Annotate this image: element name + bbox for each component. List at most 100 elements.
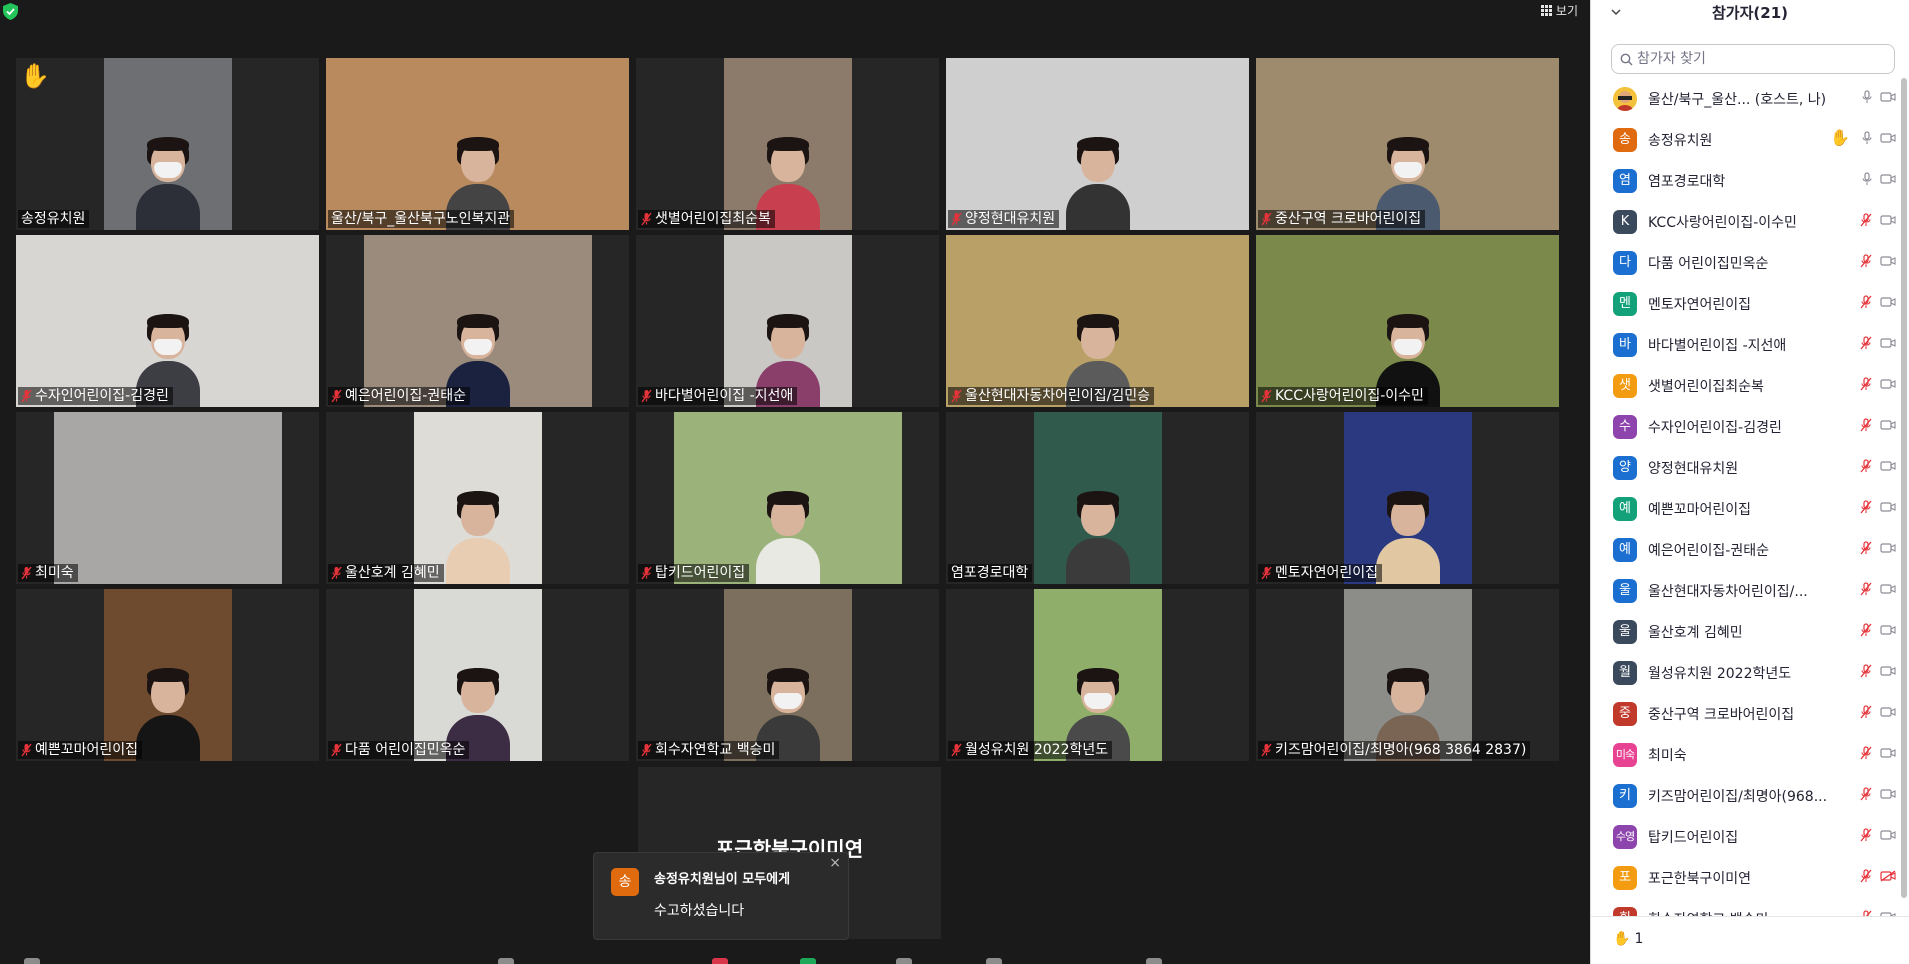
video-tile[interactable]: ✋ 송정유치원 <box>16 58 319 230</box>
participant-list-item[interactable]: 수 수자인어린이집-김경린 <box>1591 406 1909 447</box>
video-tile[interactable]: 월성유치원 2022학년도 <box>946 589 1249 761</box>
video-tile[interactable]: 예은어린이집-권태순 <box>326 235 629 407</box>
participant-name: 송정유치원 <box>21 211 86 227</box>
video-camera-icon[interactable] <box>1880 419 1896 431</box>
video-tile[interactable]: 샛별어린이집최순복 <box>636 58 939 230</box>
participant-list-scrollbar[interactable] <box>1901 78 1907 898</box>
participant-list-name: 양정현대유치원 <box>1648 460 1739 477</box>
participant-list-item[interactable]: 다 다품 어린이집민옥순 <box>1591 242 1909 283</box>
mic-icon[interactable] <box>1862 90 1872 104</box>
chat-notification[interactable]: 송 송정유치원님이 모두에게 수고하셨습니다 × <box>593 852 849 940</box>
video-tile[interactable]: 울산현대자동차어린이집/김민승 <box>946 235 1249 407</box>
video-camera-icon[interactable] <box>1880 460 1896 472</box>
close-icon[interactable]: × <box>829 855 841 871</box>
participant-list-item[interactable]: 예 예은어린이집-권태순 <box>1591 529 1909 570</box>
mic-muted-icon[interactable] <box>1860 418 1872 432</box>
mic-muted-icon[interactable] <box>1860 295 1872 309</box>
participant-avatar: 송 <box>1613 127 1637 152</box>
video-tile[interactable]: 바다별어린이집 -지선애 <box>636 235 939 407</box>
participant-list-item[interactable]: 바 바다별어린이집 -지선애 <box>1591 324 1909 365</box>
participant-list-item[interactable]: 멘 멘토자연어린이집 <box>1591 283 1909 324</box>
video-camera-icon[interactable] <box>1880 788 1896 800</box>
video-camera-icon[interactable] <box>1880 173 1896 185</box>
toolbar-share-icon[interactable] <box>800 958 816 964</box>
mic-muted-icon[interactable] <box>1860 869 1872 883</box>
raised-hands-counter[interactable]: ✋ 1 <box>1613 931 1643 947</box>
video-tile[interactable]: 양정현대유치원 <box>946 58 1249 230</box>
video-camera-icon[interactable] <box>1880 542 1896 554</box>
video-tile[interactable]: 염포경로대학 <box>946 412 1249 584</box>
encryption-shield-icon[interactable] <box>3 3 18 20</box>
participant-list-item[interactable]: 염 염포경로대학 <box>1591 160 1909 201</box>
mic-muted-icon[interactable] <box>1860 787 1872 801</box>
participant-search-input[interactable] <box>1637 51 1877 67</box>
video-camera-icon[interactable] <box>1880 747 1896 759</box>
view-button[interactable]: 보기 <box>1540 2 1578 19</box>
toolbar-security-icon[interactable] <box>498 958 514 964</box>
mic-muted-icon[interactable] <box>1860 664 1872 678</box>
video-camera-icon[interactable] <box>1880 706 1896 718</box>
participant-list-item[interactable]: 키 키즈맘어린이집/최명아(968... <box>1591 775 1909 816</box>
video-camera-icon[interactable] <box>1880 132 1896 144</box>
participant-list-item[interactable]: 중 중산구역 크로바어린이집 <box>1591 693 1909 734</box>
toolbar-audio-icon[interactable] <box>24 958 40 964</box>
participant-list-item[interactable]: 울산/북구_울산... (호스트, 나) <box>1591 78 1909 119</box>
video-camera-icon[interactable] <box>1880 665 1896 677</box>
toolbar-record-icon[interactable] <box>896 958 912 964</box>
video-camera-icon[interactable] <box>1880 583 1896 595</box>
video-off-icon[interactable] <box>1880 870 1896 882</box>
participant-list-item[interactable]: 울 울산현대자동차어린이집/... <box>1591 570 1909 611</box>
video-feed <box>1343 589 1472 761</box>
video-tile[interactable]: 울산/북구_울산북구노인복지관 <box>326 58 629 230</box>
video-camera-icon[interactable] <box>1880 91 1896 103</box>
mic-muted-icon[interactable] <box>1860 500 1872 514</box>
video-camera-icon[interactable] <box>1880 337 1896 349</box>
video-camera-icon[interactable] <box>1880 501 1896 513</box>
mic-muted-icon[interactable] <box>1860 582 1872 596</box>
video-camera-icon[interactable] <box>1880 378 1896 390</box>
video-camera-icon[interactable] <box>1880 214 1896 226</box>
mic-icon[interactable] <box>1862 131 1872 145</box>
mic-muted-icon[interactable] <box>1860 213 1872 227</box>
participant-list-item[interactable]: K KCC사랑어린이집-이수민 <box>1591 201 1909 242</box>
participant-list-item[interactable]: 울 울산호계 김혜민 <box>1591 611 1909 652</box>
mic-muted-icon[interactable] <box>1860 541 1872 555</box>
video-camera-icon[interactable] <box>1880 255 1896 267</box>
video-tile[interactable]: 탑키드어린이집 <box>636 412 939 584</box>
video-tile[interactable]: 중산구역 크로바어린이집 <box>1256 58 1559 230</box>
video-tile[interactable]: 예쁜꼬마어린이집 <box>16 589 319 761</box>
video-tile[interactable]: 회수자연학교 백승미 <box>636 589 939 761</box>
mic-muted-icon[interactable] <box>1860 459 1872 473</box>
toolbar-chat-icon[interactable] <box>712 958 728 964</box>
participant-list-item[interactable]: 포 포근한북구이미연 <box>1591 857 1909 898</box>
participant-list-item[interactable]: 월 월성유치원 2022학년도 <box>1591 652 1909 693</box>
mic-muted-icon[interactable] <box>1860 254 1872 268</box>
toolbar-reactions-icon[interactable] <box>986 958 1002 964</box>
participant-list-item[interactable]: 회 회수자연학교 백승미 <box>1591 898 1909 916</box>
video-tile[interactable]: 울산호계 김혜민 <box>326 412 629 584</box>
participant-list-item[interactable]: 샛 샛별어린이집최순복 <box>1591 365 1909 406</box>
mic-muted-icon[interactable] <box>1860 746 1872 760</box>
video-camera-icon[interactable] <box>1880 829 1896 841</box>
participant-search-box[interactable] <box>1611 44 1895 74</box>
video-tile[interactable]: 키즈맘어린이집/최명아(968 3864 2837) <box>1256 589 1559 761</box>
participant-list-item[interactable]: 수영 탑키드어린이집 <box>1591 816 1909 857</box>
mic-muted-icon[interactable] <box>1860 336 1872 350</box>
mic-muted-icon[interactable] <box>1860 377 1872 391</box>
participant-list-item[interactable]: 양 양정현대유치원 <box>1591 447 1909 488</box>
video-tile[interactable]: 멘토자연어린이집 <box>1256 412 1559 584</box>
video-tile[interactable]: KCC사랑어린이집-이수민 <box>1256 235 1559 407</box>
mic-muted-icon[interactable] <box>1860 705 1872 719</box>
toolbar-apps-icon[interactable] <box>1146 958 1162 964</box>
video-tile[interactable]: 수자인어린이집-김경린 <box>16 235 319 407</box>
video-tile[interactable]: 최미숙 <box>16 412 319 584</box>
participant-list-item[interactable]: 송 송정유치원 ✋ <box>1591 119 1909 160</box>
participant-list-item[interactable]: 예 예쁜꼬마어린이집 <box>1591 488 1909 529</box>
video-camera-icon[interactable] <box>1880 624 1896 636</box>
mic-icon[interactable] <box>1862 172 1872 186</box>
participant-list-item[interactable]: 미숙 최미숙 <box>1591 734 1909 775</box>
mic-muted-icon[interactable] <box>1860 623 1872 637</box>
video-camera-icon[interactable] <box>1880 296 1896 308</box>
mic-muted-icon[interactable] <box>1860 828 1872 842</box>
video-tile[interactable]: 다품 어린이집민옥순 <box>326 589 629 761</box>
